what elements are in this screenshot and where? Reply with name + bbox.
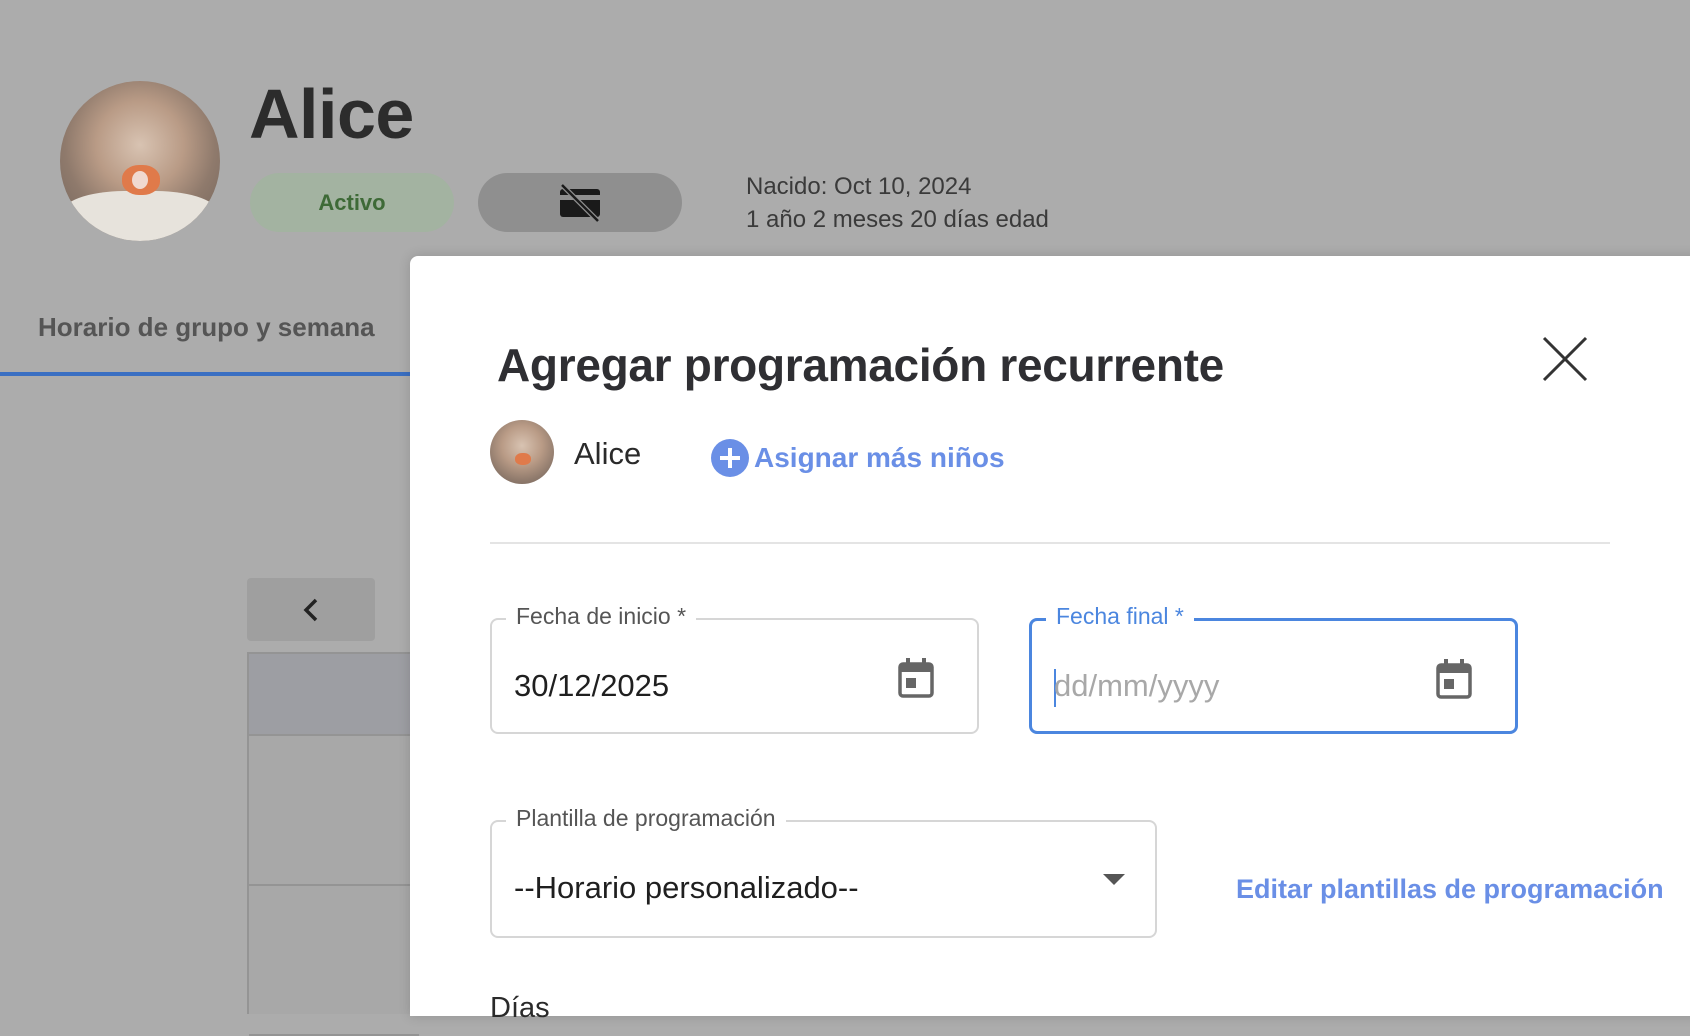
template-value: --Horario personalizado--	[514, 870, 859, 905]
assign-label: Asignar más niños	[754, 442, 1005, 473]
edit-templates-link[interactable]: Editar plantillas de programación	[1236, 874, 1664, 905]
recurring-schedule-modal: Agregar programación recurrente Alice As…	[410, 256, 1690, 1024]
child-name: Alice	[574, 436, 642, 471]
end-date-placeholder: dd/mm/yyyy	[1054, 668, 1220, 703]
end-date-field[interactable]: Fecha final * dd/mm/yyyy	[1029, 603, 1518, 734]
child-avatar	[490, 420, 554, 484]
previous-week-button[interactable]	[247, 578, 375, 641]
status-badge[interactable]: Activo	[250, 173, 454, 232]
days-label: Días	[490, 992, 550, 1024]
tab-indicator	[0, 372, 420, 376]
start-date-value: 30/12/2025	[514, 668, 670, 703]
tab-group-schedule[interactable]: Horario de grupo y semana	[38, 312, 375, 343]
template-label: Plantilla de programación	[506, 805, 786, 832]
schedule-template-select[interactable]: Plantilla de programación --Horario pers…	[490, 805, 1157, 938]
profile-avatar	[60, 81, 220, 241]
calendar-icon[interactable]	[897, 658, 935, 698]
modal-title: Agregar programación recurrente	[497, 339, 1224, 391]
no-card-icon	[560, 182, 600, 223]
dropdown-arrow-icon	[1103, 874, 1125, 885]
chevron-left-icon	[303, 598, 318, 621]
close-button[interactable]	[1540, 334, 1590, 384]
plus-circle-icon	[711, 439, 749, 477]
close-icon	[1542, 336, 1588, 382]
divider	[490, 542, 1610, 544]
born-date: Nacido: Oct 10, 2024	[746, 173, 972, 200]
end-date-label: Fecha final *	[1046, 603, 1194, 630]
assign-more-children-button[interactable]: Asignar más niños	[710, 438, 1005, 478]
birth-info: Nacido: Oct 10, 2024 1 año 2 meses 20 dí…	[746, 170, 1049, 236]
age-text: 1 año 2 meses 20 días edad	[746, 206, 1049, 233]
profile-name: Alice	[249, 75, 414, 153]
calendar-icon[interactable]	[1435, 659, 1473, 699]
card-status-button[interactable]	[478, 173, 682, 232]
start-date-label: Fecha de inicio *	[506, 603, 697, 630]
schedule-grid	[247, 652, 419, 1036]
start-date-field[interactable]: Fecha de inicio * 30/12/2025	[490, 603, 979, 734]
